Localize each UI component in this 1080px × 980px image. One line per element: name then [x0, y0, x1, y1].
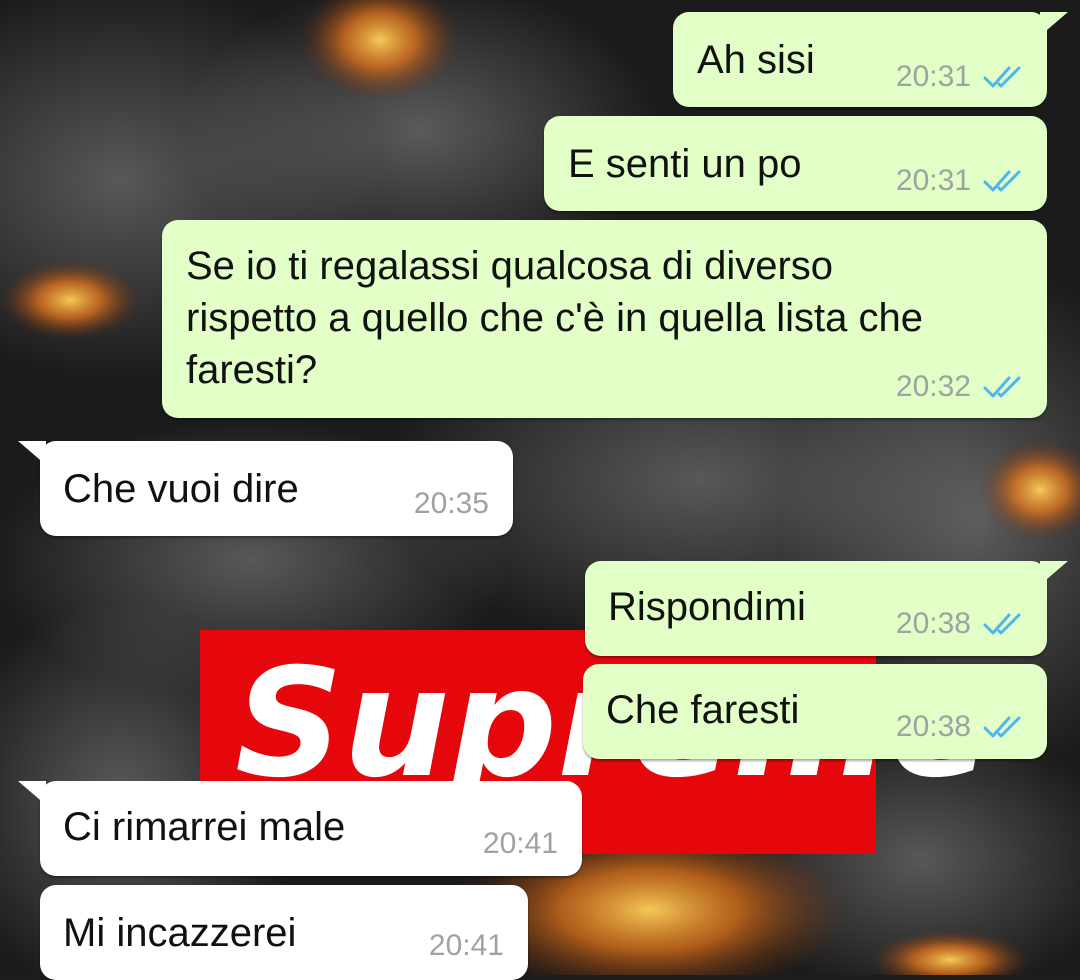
- read-double-check-icon: [983, 613, 1021, 635]
- message-bubble-outgoing[interactable]: E senti un po 20:31: [544, 116, 1047, 211]
- message-text: Ah sisi: [697, 38, 815, 82]
- message-time: 20:31: [895, 60, 971, 93]
- message-bubble-incoming[interactable]: Ci rimarrei male 20:41: [40, 781, 582, 876]
- message-meta: 20:31: [896, 60, 1023, 94]
- message-text: Che faresti: [606, 688, 800, 732]
- message-time: 20:41: [428, 929, 504, 962]
- message-text: Che vuoi dire: [63, 467, 299, 511]
- message-bubble-incoming[interactable]: Che vuoi dire 20:35: [40, 441, 513, 536]
- bubble-tail-outgoing: [1040, 561, 1068, 585]
- message-text: Rispondimi: [608, 585, 806, 629]
- message-time: 20:32: [895, 370, 971, 403]
- message-bubble-incoming[interactable]: Mi incazzerei 20:41: [40, 885, 528, 980]
- message-text-line: rispetto a quello che c'è in quella list…: [186, 296, 923, 340]
- message-time: 20:38: [895, 710, 971, 743]
- read-double-check-icon: [983, 376, 1021, 398]
- message-text: Mi incazzerei: [63, 911, 297, 955]
- message-time: 20:35: [413, 487, 489, 520]
- message-meta: 20:38: [896, 607, 1023, 641]
- message-time: 20:31: [895, 164, 971, 197]
- message-text: E senti un po: [568, 142, 802, 186]
- message-meta: 20:31: [896, 164, 1023, 198]
- message-time: 20:41: [482, 827, 558, 860]
- message-meta: 20:35: [414, 487, 489, 521]
- message-bubble-outgoing[interactable]: Ah sisi 20:31: [673, 12, 1047, 107]
- read-double-check-icon: [983, 66, 1021, 88]
- message-meta: 20:41: [429, 929, 504, 963]
- message-text: Ci rimarrei male: [63, 805, 346, 849]
- message-bubble-outgoing[interactable]: Rispondimi 20:38: [585, 561, 1047, 656]
- bubble-tail-incoming: [18, 781, 46, 805]
- read-double-check-icon: [983, 170, 1021, 192]
- message-text-line: Se io ti regalassi qualcosa di diverso: [186, 244, 834, 288]
- read-double-check-icon: [983, 716, 1021, 738]
- message-bubble-outgoing[interactable]: Che faresti 20:38: [583, 664, 1047, 759]
- message-bubble-outgoing[interactable]: Se io ti regalassi qualcosa di diverso r…: [162, 220, 1047, 418]
- bubble-tail-incoming: [18, 441, 46, 465]
- message-meta: 20:38: [896, 710, 1023, 744]
- message-time: 20:38: [895, 607, 971, 640]
- bubble-tail-outgoing: [1040, 12, 1068, 36]
- message-text-line: faresti?: [186, 348, 318, 392]
- message-meta: 20:32: [896, 370, 1023, 404]
- message-meta: 20:41: [483, 827, 558, 861]
